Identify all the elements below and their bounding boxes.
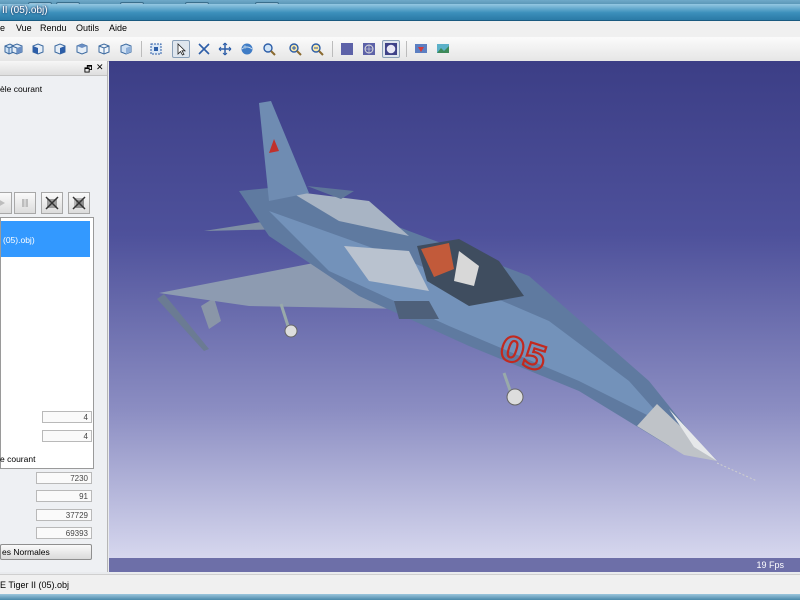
- cube-right-icon[interactable]: [51, 40, 69, 58]
- select-icon[interactable]: [172, 40, 190, 58]
- menu-item-view[interactable]: Vue: [16, 23, 32, 33]
- float-panel-icon[interactable]: 🗗: [84, 62, 92, 78]
- zoom-region-icon[interactable]: [260, 40, 278, 58]
- toolbar-separator: [406, 41, 407, 57]
- toolbar-separator: [332, 41, 333, 57]
- menu-bar: e Vue Rendu Outils Aide: [0, 21, 800, 38]
- remove-icon: [45, 196, 59, 210]
- window-bottom-edge: [0, 594, 800, 600]
- flat-shading-icon[interactable]: [338, 40, 356, 58]
- count-field-a: 4: [42, 411, 92, 423]
- panel-header: 🗗 ✕: [0, 61, 107, 76]
- cube-bottom-icon[interactable]: [95, 40, 113, 58]
- stat-field-4: 69393: [36, 527, 92, 539]
- remove-button[interactable]: [41, 192, 63, 214]
- mesh-section-label: e courant: [0, 454, 36, 464]
- cube-back-icon[interactable]: [8, 40, 26, 58]
- window-title: II (05).obj): [2, 5, 48, 16]
- pan-icon[interactable]: [216, 40, 234, 58]
- toolbar-separator: [141, 41, 142, 57]
- fps-bar: 19 Fps: [109, 558, 800, 572]
- status-bar: E Tiger II (05).obj: [0, 574, 800, 595]
- list-item-label: (05).obj): [3, 235, 35, 245]
- cube-left-icon[interactable]: [29, 40, 47, 58]
- lighting-icon[interactable]: [412, 40, 430, 58]
- window-titlebar[interactable]: II (05).obj): [0, 4, 800, 21]
- status-filename: E Tiger II (05).obj: [0, 580, 70, 590]
- cube-top-icon[interactable]: [73, 40, 91, 58]
- menu-item-tools[interactable]: Outils: [76, 23, 99, 33]
- stat-field-3: 37729: [36, 509, 92, 521]
- normals-button[interactable]: es Normales: [0, 544, 92, 560]
- toolbar: [0, 37, 800, 62]
- count-field-b: 4: [42, 430, 92, 442]
- list-item[interactable]: (05).obj): [1, 221, 90, 257]
- orbit-icon[interactable]: [238, 40, 256, 58]
- zoom-in-icon[interactable]: [286, 40, 304, 58]
- 3d-viewport[interactable]: 05: [109, 61, 800, 558]
- cube-iso-icon[interactable]: [117, 40, 135, 58]
- zoom-out-icon[interactable]: [308, 40, 326, 58]
- menu-item-help[interactable]: Aide: [109, 23, 127, 33]
- menu-item-render[interactable]: Rendu: [40, 23, 67, 33]
- play-icon: [0, 200, 5, 206]
- wireframe-icon[interactable]: [360, 40, 378, 58]
- fit-all-icon[interactable]: [147, 40, 165, 58]
- side-panel: 🗗 ✕ èle courant (05).obj) 4 4 e courant …: [0, 61, 108, 572]
- remove-all-icon: [72, 196, 86, 210]
- close-panel-icon[interactable]: ✕: [96, 62, 104, 73]
- pause-button[interactable]: [14, 192, 36, 214]
- play-button[interactable]: [0, 192, 12, 214]
- rotate-icon[interactable]: [195, 40, 213, 58]
- aircraft-model: 05: [157, 101, 758, 482]
- fps-counter: 19 Fps: [756, 560, 784, 570]
- stat-field-2: 91: [36, 490, 92, 502]
- texture-icon[interactable]: [434, 40, 452, 58]
- smooth-shading-icon[interactable]: [382, 40, 400, 58]
- menu-item-file[interactable]: e: [0, 23, 5, 33]
- current-model-label: èle courant: [0, 84, 43, 94]
- remove-all-button[interactable]: [68, 192, 90, 214]
- stat-field-1: 7230: [36, 472, 92, 484]
- pause-icon: [22, 199, 28, 207]
